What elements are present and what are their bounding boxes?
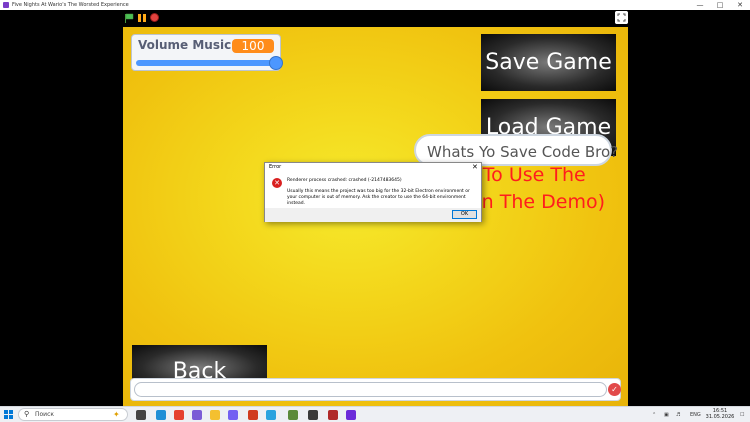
edge-icon[interactable]: [156, 410, 166, 420]
scratch-app-icon[interactable]: [346, 410, 356, 420]
speech-bubble-text: Whats Yo Save Code Bro?: [427, 143, 619, 161]
fullscreen-icon[interactable]: [615, 11, 628, 24]
language-indicator[interactable]: ENG: [690, 410, 701, 420]
monitor-value: 100: [232, 39, 274, 53]
dialog-title: Error: [269, 164, 282, 170]
maximize-icon[interactable]: □: [710, 0, 730, 10]
telegram-icon[interactable]: [266, 410, 276, 420]
network-icon[interactable]: ▣: [664, 410, 669, 420]
file-explorer-icon[interactable]: [210, 410, 220, 420]
volume-icon[interactable]: ♬: [676, 410, 680, 420]
green-flag-icon[interactable]: [124, 13, 134, 23]
app-icon: [3, 2, 9, 8]
stop-icon[interactable]: [150, 13, 159, 22]
app-icon-red[interactable]: [328, 410, 338, 420]
window-titlebar: Five Nights At Wario's The Worsted Exper…: [0, 0, 750, 10]
answer-input[interactable]: [134, 382, 607, 397]
taskbar-search[interactable]: ⚲ Поиск ✦: [18, 408, 128, 421]
search-icon: ⚲: [24, 410, 30, 418]
ask-prompt: ✓: [130, 378, 621, 401]
task-view-icon[interactable]: [136, 410, 146, 420]
volume-slider-track[interactable]: [136, 60, 276, 66]
dialog-footer: OK: [265, 208, 481, 222]
sparkle-icon: ✦: [113, 410, 120, 419]
app-icon-purple[interactable]: [192, 410, 202, 420]
ok-button[interactable]: OK: [452, 210, 477, 219]
player-toolbar: [0, 10, 750, 27]
pause-icon[interactable]: [138, 13, 146, 23]
dialog-message-secondary: Usually this means the project was too b…: [287, 189, 470, 206]
minimize-icon[interactable]: —: [690, 0, 710, 10]
monitor-label: Volume Music: [138, 38, 232, 52]
powerpoint-icon[interactable]: [248, 410, 258, 420]
tray-chevron-icon[interactable]: ⌃: [652, 410, 656, 420]
submit-check-icon[interactable]: ✓: [608, 383, 621, 396]
clock[interactable]: 16:51 31.05.2026: [705, 408, 735, 420]
save-game-button[interactable]: Save Game: [481, 34, 616, 91]
minecraft-icon[interactable]: [288, 410, 298, 420]
viber-icon[interactable]: [228, 410, 238, 420]
window-title: Five Nights At Wario's The Worsted Exper…: [12, 2, 129, 8]
close-window-icon[interactable]: ✕: [730, 0, 750, 10]
volume-slider-thumb[interactable]: [269, 56, 283, 70]
volume-monitor: Volume Music 100: [131, 34, 283, 71]
error-icon: ✕: [272, 178, 282, 188]
error-dialog: Error ✕ ✕ Renderer process crashed: cras…: [264, 162, 482, 222]
dialog-close-icon[interactable]: ✕: [472, 163, 478, 171]
notifications-icon[interactable]: ☐: [740, 410, 744, 420]
search-placeholder: Поиск: [35, 411, 55, 418]
clock-date: 31.05.2026: [705, 414, 735, 420]
chrome-icon[interactable]: [174, 410, 184, 420]
dialog-message-primary: Renderer process crashed: crashed (-2147…: [287, 178, 402, 183]
windows-start-icon[interactable]: [4, 410, 13, 419]
app-icon-dark[interactable]: [308, 410, 318, 420]
taskbar: ⚲ Поиск ✦ ⌃ ▣ ♬ ENG 16:51 31.05.2026 ☐: [0, 406, 750, 422]
